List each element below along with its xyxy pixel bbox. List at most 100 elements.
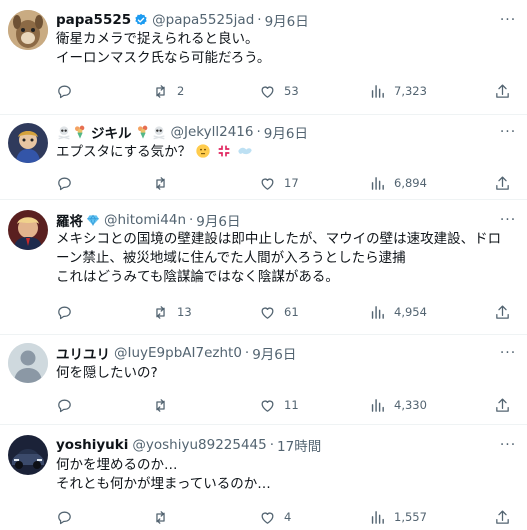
tweet-actions: 17 6,894: [48, 172, 511, 194]
display-name[interactable]: ユリユリ: [56, 343, 110, 363]
tweet-date[interactable]: 9月6日: [265, 10, 309, 30]
share-button[interactable]: [494, 506, 511, 528]
avatar[interactable]: [8, 10, 48, 50]
views-count: 4,954: [394, 305, 427, 319]
share-arrow-up-icon: [496, 509, 509, 524]
bar-chart-icon: [371, 398, 384, 412]
more-options-icon[interactable]: ···: [497, 343, 519, 363]
views-count: 6,894: [394, 176, 427, 190]
tweet-line: 衛星カメラで捉えられると良い。: [56, 31, 259, 47]
reply-button[interactable]: [56, 172, 81, 194]
tweet-4[interactable]: ユリユリ @IuyE9pbAI7ezht0 · 9月6日 ··· 何を隠したいの…: [0, 335, 527, 425]
user-handle[interactable]: @Jekyll2416: [171, 124, 254, 140]
views-button[interactable]: 1,557: [369, 506, 427, 528]
views-count: 1,557: [394, 510, 427, 524]
views-count: 7,323: [394, 84, 427, 98]
tweet-line: 何かを埋めるのか…: [56, 457, 178, 473]
like-button[interactable]: 53: [259, 80, 299, 102]
user-handle[interactable]: @yoshiyu89225445: [132, 437, 266, 453]
tweet-text: 何を隠したいの?: [56, 364, 511, 383]
retweet-arrows-icon: [156, 398, 165, 412]
user-handle[interactable]: @IuyE9pbAI7ezht0: [114, 345, 242, 361]
bar-chart-icon: [371, 176, 384, 190]
retweet-arrows-icon: [156, 510, 165, 524]
tweet-text: メキシコとの国境の壁建設は即中止したが、マウイの壁は速攻建設、ドローン禁止、被災…: [56, 230, 511, 287]
like-button[interactable]: 11: [259, 394, 299, 416]
more-options-icon[interactable]: ···: [497, 122, 519, 142]
like-count: 53: [284, 84, 299, 98]
reply-button[interactable]: [56, 301, 81, 323]
speech-bubble-icon: [58, 399, 71, 412]
bar-chart-icon: [371, 510, 384, 524]
retweet-count: 2: [177, 84, 185, 98]
views-button[interactable]: 7,323: [369, 80, 427, 102]
tweet-date[interactable]: 17時間: [277, 435, 321, 455]
like-button[interactable]: 17: [259, 172, 299, 194]
tweet-line-text: エプスタにする気か？: [56, 144, 192, 160]
share-button[interactable]: [494, 80, 511, 102]
share-arrow-up-icon: [496, 83, 509, 98]
tweet-date[interactable]: 9月6日: [264, 122, 308, 142]
views-button[interactable]: 4,330: [369, 394, 427, 416]
heart-icon: [261, 85, 274, 98]
retweet-arrows-icon: [156, 176, 165, 190]
dash-icon: [238, 147, 252, 155]
separator-dot: ·: [189, 212, 194, 228]
tweet-1[interactable]: papa5525 @papa5525jad · 9月6日 ··· 衛星カメラで捉…: [0, 0, 527, 115]
more-options-icon[interactable]: ···: [497, 210, 519, 230]
retweet-button[interactable]: [152, 506, 177, 528]
tweet-header: papa5525 @papa5525jad · 9月6日: [56, 10, 309, 30]
separator-dot: ·: [244, 345, 250, 361]
retweet-button[interactable]: [152, 394, 177, 416]
tweet-line: それとも何かが埋まっているのか…: [56, 476, 271, 492]
tweet-3[interactable]: 羅将 @hitomi44n · 9月6日 ··· メキシコとの国境の壁建設は即中…: [0, 200, 527, 335]
reply-button[interactable]: [56, 394, 81, 416]
views-count: 4,330: [394, 398, 427, 412]
views-button[interactable]: 4,954: [369, 301, 427, 323]
tweet-date[interactable]: 9月6日: [196, 210, 240, 230]
avatar[interactable]: [8, 343, 48, 383]
separator-dot: ·: [269, 437, 275, 453]
display-name[interactable]: yoshiyuki: [56, 437, 128, 453]
display-name[interactable]: papa5525: [56, 12, 131, 28]
avatar[interactable]: [8, 210, 48, 250]
retweet-count: 13: [177, 305, 192, 319]
share-arrow-up-icon: [496, 304, 509, 319]
tweet-actions: 4 1,557: [48, 506, 511, 528]
share-button[interactable]: [494, 301, 511, 323]
tweet-actions: 11 4,330: [48, 394, 511, 416]
share-button[interactable]: [494, 172, 511, 194]
tweet-header: yoshiyuki @yoshiyu89225445 · 17時間: [56, 435, 321, 455]
share-button[interactable]: [494, 394, 511, 416]
more-options-icon[interactable]: ···: [497, 10, 519, 30]
views-button[interactable]: 6,894: [369, 172, 427, 194]
speech-bubble-icon: [58, 306, 71, 319]
tweet-date[interactable]: 9月6日: [252, 343, 296, 363]
tweet-5[interactable]: yoshiyuki @yoshiyu89225445 · 17時間 ··· 何か…: [0, 425, 527, 530]
retweet-arrows-icon: [156, 84, 165, 98]
user-handle[interactable]: @papa5525jad: [152, 12, 254, 28]
avatar[interactable]: [8, 435, 48, 475]
display-name[interactable]: 羅将: [56, 210, 83, 230]
user-handle[interactable]: @hitomi44n: [104, 212, 186, 228]
gem-icon: [87, 214, 99, 227]
reply-button[interactable]: [56, 80, 81, 102]
more-options-icon[interactable]: ···: [497, 435, 519, 455]
tweet-text: エプスタにする気か？: [56, 143, 511, 162]
tweet-header: ユリユリ @IuyE9pbAI7ezht0 · 9月6日: [56, 343, 296, 363]
retweet-button[interactable]: 2: [152, 80, 184, 102]
tweet-line: これはどうみても陰謀論ではなく陰謀がある。: [56, 269, 339, 285]
bar-chart-icon: [371, 305, 384, 319]
like-button[interactable]: 4: [259, 506, 291, 528]
retweet-button[interactable]: 13: [152, 301, 192, 323]
avatar[interactable]: [8, 123, 48, 163]
tweet-2[interactable]: ジキル @Jekyll2416 · 9月6日 ··· エプスタにする気か？ 17…: [0, 115, 527, 200]
like-button[interactable]: 61: [259, 301, 299, 323]
reply-button[interactable]: [56, 506, 81, 528]
share-arrow-up-icon: [496, 175, 509, 190]
skull-crossbones-icon: [153, 126, 164, 140]
retweet-button[interactable]: [152, 172, 177, 194]
tweet-header: ジキル @Jekyll2416 · 9月6日: [56, 122, 308, 142]
bar-chart-icon: [371, 84, 384, 98]
display-name[interactable]: ジキル: [91, 122, 132, 142]
